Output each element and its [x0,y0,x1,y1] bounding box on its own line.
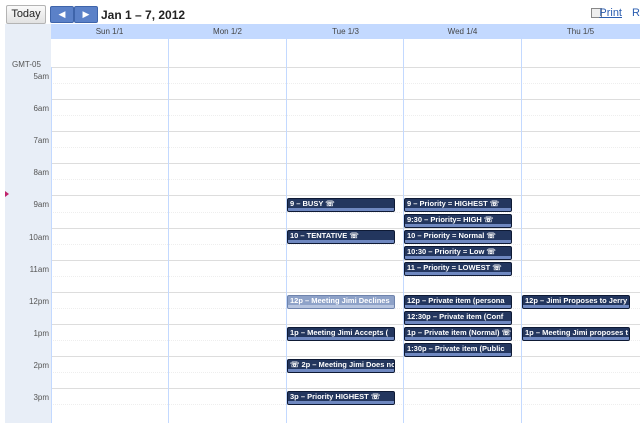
hour-label: 2pm [33,361,49,370]
day-header-wed[interactable]: Wed 1/4 [404,27,521,36]
event-wed-priority-highest[interactable]: 9 – Priority = HIGHEST ☏ [404,198,512,212]
half-hour-line [51,244,640,245]
half-hour-line [51,147,640,148]
hour-label: 1pm [33,329,49,338]
week-calendar: GMT-05 Sun 1/1 Mon 1/2 Tue 1/3 Wed 1/4 T… [5,24,640,423]
all-day-row[interactable] [51,38,640,67]
next-week-button[interactable]: ▶ [74,6,98,23]
event-wed-private-personal[interactable]: 12p – Private item (persona [404,295,512,309]
event-tue-priority-highest[interactable]: 3p – Priority HIGHEST ☏ [287,391,395,405]
event-wed-private-normal[interactable]: 1p – Private item (Normal) ☏ [404,327,512,341]
day-header-sun[interactable]: Sun 1/1 [51,27,168,36]
hour-label: 10am [28,233,49,242]
hour-label: 6am [33,104,49,113]
half-hour-line [51,212,640,213]
hour-line [51,324,640,325]
hour-line [51,356,640,357]
print-link[interactable]: Print [599,7,622,19]
all-day-divider [403,39,404,67]
event-thu-meeting-proposes[interactable]: 1p – Meeting Jimi proposes t [522,327,630,341]
hour-label: 7am [33,136,49,145]
event-wed-priority-low[interactable]: 10:30 – Priority = Low ☏ [404,246,512,260]
previous-week-button[interactable]: ◀ [50,6,74,23]
event-tue-meeting-accepts[interactable]: 1p – Meeting Jimi Accepts ( [287,327,395,341]
time-grid[interactable]: 5am 6am 7am 8am 9am 10am 11am 12pm 1pm 2… [5,67,640,423]
date-range-title: Jan 1 – 7, 2012 [101,8,186,22]
hour-line [51,131,640,132]
event-wed-private-public[interactable]: 1:30p – Private item (Public [404,343,512,357]
refresh-link[interactable]: R [632,7,640,19]
day-header-thu[interactable]: Thu 1/5 [522,27,639,36]
day-divider [521,67,522,423]
all-day-divider [286,39,287,67]
day-header-mon[interactable]: Mon 1/2 [169,27,286,36]
hour-label: 12pm [28,297,49,306]
day-divider [403,67,404,423]
hour-line [51,195,640,196]
hour-label: 11am [29,265,49,274]
hour-line [51,228,640,229]
event-wed-priority-normal[interactable]: 10 – Priority = Normal ☏ [404,230,512,244]
hour-line [51,260,640,261]
event-tue-meeting-does-not[interactable]: ☏ 2p – Meeting Jimi Does no [287,359,395,373]
event-thu-proposes-jerry[interactable]: 12p – Jimi Proposes to Jerry [522,295,630,309]
event-tue-busy[interactable]: 9 – BUSY ☏ [287,198,395,212]
hour-label: 9am [33,200,49,209]
hour-line [51,292,640,293]
half-hour-line [51,83,640,84]
hour-label: 3pm [33,393,49,402]
hour-label: 8am [33,168,49,177]
day-header-tue[interactable]: Tue 1/3 [287,27,404,36]
hour-label: 5am [33,72,49,81]
hour-line [51,163,640,164]
all-day-divider [521,39,522,67]
day-headers: Sun 1/1 Mon 1/2 Tue 1/3 Wed 1/4 Thu 1/5 [51,27,640,38]
hour-line [51,99,640,100]
current-time-marker [5,191,9,197]
event-tue-tentative[interactable]: 10 – TENTATIVE ☏ [287,230,395,244]
day-divider [168,67,169,423]
hour-line [51,388,640,389]
event-wed-priority-high[interactable]: 9:30 – Priority= HIGH ☏ [404,214,512,228]
event-wed-private-confidential[interactable]: 12:30p – Private item (Conf [404,311,512,325]
all-day-divider [168,39,169,67]
half-hour-line [51,179,640,180]
event-wed-priority-lowest[interactable]: 11 – Priority = LOWEST ☏ [404,262,512,276]
half-hour-line [51,115,640,116]
today-button[interactable]: Today [6,5,46,24]
event-tue-meeting-declines[interactable]: 12p – Meeting Jimi Declines [287,295,395,309]
half-hour-line [51,276,640,277]
hour-line [51,67,640,68]
day-divider [51,67,52,423]
